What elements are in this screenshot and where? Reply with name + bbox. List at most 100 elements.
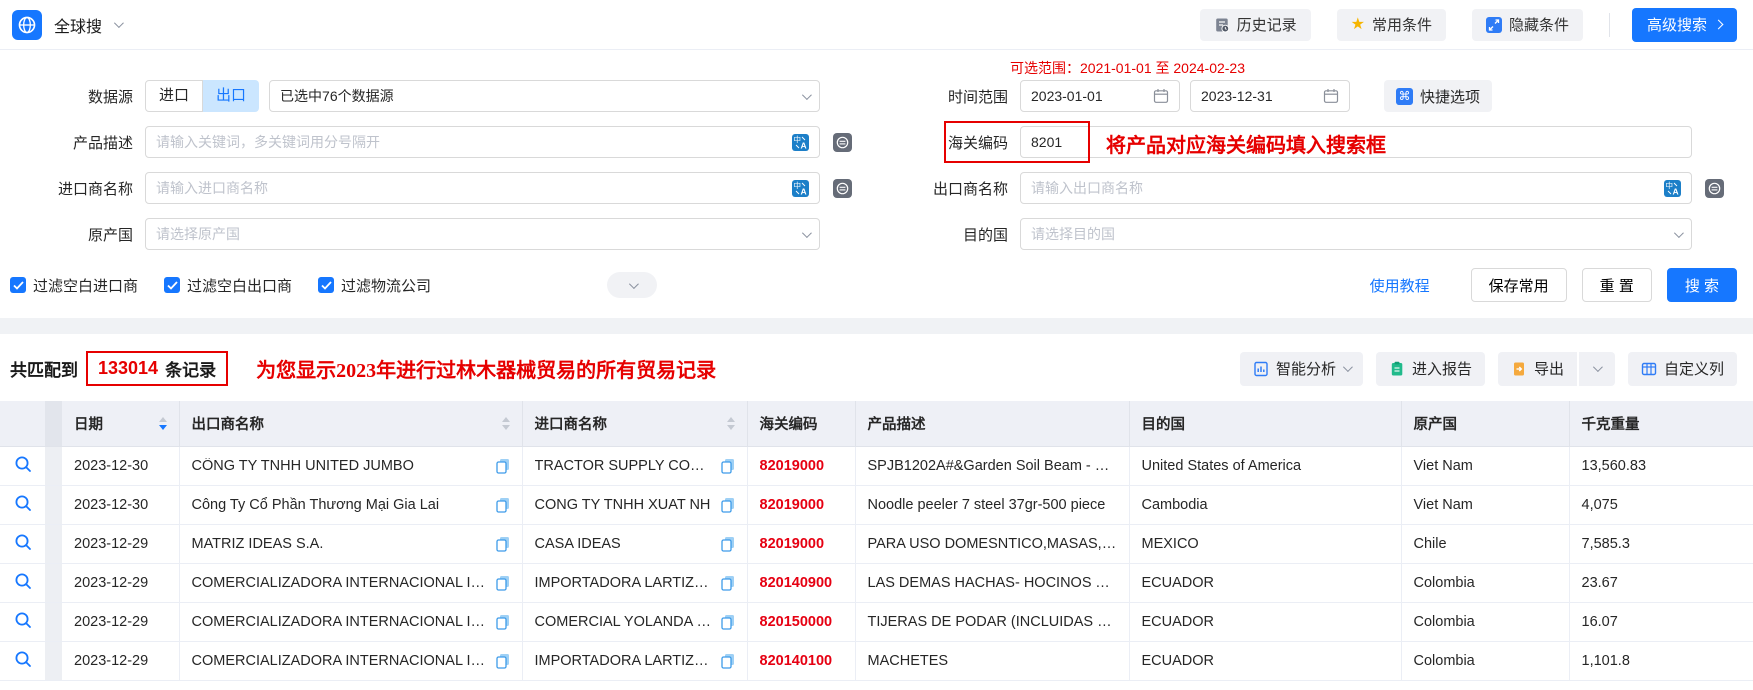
enter-report-button[interactable]: 进入报告 <box>1376 352 1485 386</box>
cell-weight: 23.67 <box>1569 563 1753 602</box>
filter-blank-importer-checkbox[interactable]: 过滤空白进口商 <box>10 275 138 296</box>
translate-icon[interactable]: 中A <box>1664 180 1681 197</box>
view-detail-icon[interactable] <box>13 649 33 669</box>
cell-hs-code: 820150000 <box>747 602 855 641</box>
row-gutter <box>45 563 62 602</box>
copy-icon[interactable] <box>496 536 510 552</box>
table-row[interactable]: 2023-12-29 COMERCIALIZADORA INTERNACIONA… <box>0 563 1753 602</box>
column-header-weight: 千克重量 <box>1569 401 1753 446</box>
copy-icon[interactable] <box>721 497 735 513</box>
row-gutter <box>45 602 62 641</box>
hs-code-annotation: 将产品对应海关编码填入搜索框 <box>1106 129 1386 158</box>
data-source-select[interactable]: 已选中76个数据源 <box>269 80 820 112</box>
row-gutter <box>45 524 62 563</box>
exporter-input[interactable] <box>1031 180 1664 196</box>
collapse-panel-icon <box>1486 17 1502 33</box>
copy-icon[interactable] <box>721 458 735 474</box>
form-footer: 过滤空白进口商 过滤空白出口商 过滤物流公司 使用教程 保存常用 重 置 搜 索 <box>0 264 1753 318</box>
table-row[interactable]: 2023-12-29 MATRIZ IDEAS S.A. CASA IDEAS … <box>0 524 1753 563</box>
search-button[interactable]: 搜 索 <box>1667 268 1737 302</box>
table-row[interactable]: 2023-12-30 CÔNG TY TNHH UNITED JUMBO TRA… <box>0 446 1753 485</box>
copy-icon[interactable] <box>496 458 510 474</box>
end-date-picker[interactable]: 2023-12-31 <box>1190 80 1350 112</box>
export-label: 导出 <box>1534 358 1564 379</box>
row-gutter <box>45 485 62 524</box>
copy-icon[interactable] <box>721 653 735 669</box>
favorite-conditions-button[interactable]: ★ 常用条件 <box>1337 9 1446 41</box>
dest-country-placeholder: 请选择目的国 <box>1031 224 1674 244</box>
view-detail-icon[interactable] <box>13 532 33 552</box>
copy-icon[interactable] <box>496 497 510 513</box>
save-favorite-button[interactable]: 保存常用 <box>1471 268 1567 302</box>
synonym-expand-icon[interactable] <box>833 179 852 198</box>
filter-blank-exporter-checkbox[interactable]: 过滤空白出口商 <box>164 275 292 296</box>
column-header-origin: 原产国 <box>1401 401 1569 446</box>
table-header-row: 日期 出口商名称 进口商名称 海关编码 产品描述 目的国 原产国 千克重量 <box>0 401 1753 446</box>
chevron-right-icon <box>1714 20 1724 30</box>
cell-weight: 1,101.8 <box>1569 641 1753 680</box>
importer-field: 中A <box>145 172 820 204</box>
collapse-form-button[interactable] <box>607 272 657 298</box>
checkbox-checked-icon <box>318 277 334 293</box>
reset-button[interactable]: 重 置 <box>1582 268 1652 302</box>
cell-importer: IMPORTADORA LARTIZCO <box>522 641 747 680</box>
copy-icon[interactable] <box>496 614 510 630</box>
origin-country-select[interactable]: 请选择原产国 <box>145 218 820 250</box>
column-header-exporter[interactable]: 出口商名称 <box>179 401 522 446</box>
filter-logistics-checkbox[interactable]: 过滤物流公司 <box>318 275 431 296</box>
cell-exporter: Công Ty Cổ Phần Thương Mại Gia Lai <box>179 485 522 524</box>
tab-import[interactable]: 进口 <box>145 80 203 112</box>
product-desc-input[interactable] <box>156 134 792 150</box>
quick-options-button[interactable]: ⌘ 快捷选项 <box>1384 80 1492 112</box>
table-row[interactable]: 2023-12-29 COMERCIALIZADORA INTERNACIONA… <box>0 602 1753 641</box>
history-button-label: 历史记录 <box>1237 14 1297 35</box>
chevron-down-icon <box>1343 362 1353 372</box>
chevron-down-icon <box>802 90 812 100</box>
table-row[interactable]: 2023-12-29 COMERCIALIZADORA INTERNACIONA… <box>0 641 1753 680</box>
advanced-search-button[interactable]: 高级搜索 <box>1632 8 1737 42</box>
history-button[interactable]: 历史记录 <box>1200 9 1311 41</box>
sort-icons[interactable] <box>159 417 167 430</box>
view-detail-icon[interactable] <box>13 610 33 630</box>
synonym-expand-icon[interactable] <box>833 133 852 152</box>
smart-analysis-button[interactable]: 智能分析 <box>1240 352 1363 386</box>
product-desc-label: 产品描述 <box>0 132 145 153</box>
translate-icon[interactable]: 中A <box>792 134 809 151</box>
chevron-down-icon <box>1674 228 1684 238</box>
copy-icon[interactable] <box>721 614 735 630</box>
export-dropdown-button[interactable] <box>1579 352 1615 386</box>
tab-export[interactable]: 出口 <box>203 80 259 112</box>
columns-icon <box>1641 361 1657 377</box>
view-detail-icon[interactable] <box>13 454 33 474</box>
start-date-picker[interactable]: 2023-01-01 <box>1020 80 1180 112</box>
sort-icons[interactable] <box>502 417 510 430</box>
hs-code-label: 海关编码 <box>910 132 1020 153</box>
copy-icon[interactable] <box>721 575 735 591</box>
sort-icons[interactable] <box>727 417 735 430</box>
copy-icon[interactable] <box>496 575 510 591</box>
table-row[interactable]: 2023-12-30 Công Ty Cổ Phần Thương Mại Gi… <box>0 485 1753 524</box>
dest-country-select[interactable]: 请选择目的国 <box>1020 218 1692 250</box>
dest-country-label: 目的国 <box>910 224 1020 245</box>
column-header-date[interactable]: 日期 <box>62 401 179 446</box>
app-logo-icon <box>12 10 42 40</box>
cell-product: LAS DEMAS HACHAS- HOCINOS Y HE <box>855 563 1129 602</box>
copy-icon[interactable] <box>496 653 510 669</box>
custom-columns-button[interactable]: 自定义列 <box>1628 352 1737 386</box>
column-header-importer[interactable]: 进口商名称 <box>522 401 747 446</box>
hide-conditions-button[interactable]: 隐藏条件 <box>1472 9 1583 41</box>
checkbox-label: 过滤空白出口商 <box>187 275 292 296</box>
importer-input[interactable] <box>156 180 792 196</box>
export-button[interactable]: 导出 <box>1498 352 1577 386</box>
tutorial-link[interactable]: 使用教程 <box>1370 275 1430 296</box>
synonym-expand-icon[interactable] <box>1705 179 1724 198</box>
view-detail-icon[interactable] <box>13 493 33 513</box>
cell-date: 2023-12-29 <box>62 524 179 563</box>
cell-product: MACHETES <box>855 641 1129 680</box>
export-doc-icon <box>1511 361 1527 377</box>
view-detail-icon[interactable] <box>13 571 33 591</box>
app-switch-chevron-icon[interactable] <box>114 18 124 28</box>
copy-icon[interactable] <box>721 536 735 552</box>
translate-icon[interactable]: 中A <box>792 180 809 197</box>
cell-date: 2023-12-30 <box>62 446 179 485</box>
